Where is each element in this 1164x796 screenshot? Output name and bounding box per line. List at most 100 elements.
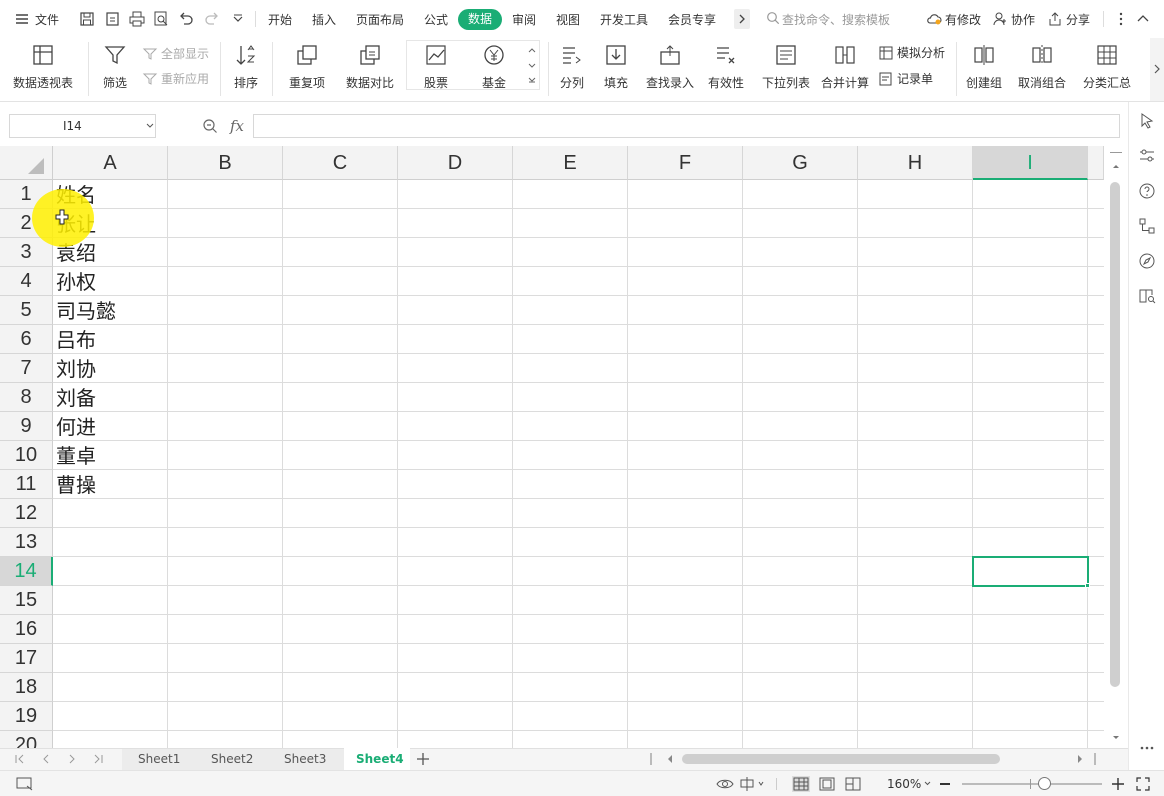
column-header-a[interactable]: A [53, 146, 168, 180]
tab-developer[interactable]: 开发工具 [600, 11, 648, 28]
cell-a6[interactable]: 吕布 [56, 326, 96, 355]
sidebar-more-icon[interactable] [1138, 742, 1156, 754]
reapply-button[interactable]: 重新应用 [142, 70, 209, 87]
column-header-i[interactable]: I [973, 146, 1088, 180]
normal-view-icon[interactable] [792, 776, 810, 792]
undo-icon[interactable] [177, 10, 195, 28]
zoom-slider-thumb[interactable] [1038, 777, 1051, 790]
page-break-view-icon[interactable] [844, 776, 862, 792]
tab-member[interactable]: 会员专享 [668, 11, 716, 28]
column-header-e[interactable]: E [513, 146, 628, 180]
zoom-in-icon[interactable] [1112, 778, 1124, 790]
scroll-thumb[interactable] [1110, 182, 1120, 687]
more-tabs-chevron-icon[interactable] [734, 9, 750, 29]
help-icon[interactable] [1138, 182, 1156, 200]
print-icon[interactable] [128, 10, 146, 28]
gallery-scroll-icon[interactable] [527, 44, 537, 88]
stock-button[interactable]: 股票 [414, 42, 458, 91]
row-header-11[interactable]: 11 [0, 470, 53, 499]
tab-formulas[interactable]: 公式 [424, 11, 448, 28]
add-sheet-icon[interactable] [416, 752, 430, 766]
create-group-button[interactable]: 创建组 [962, 42, 1006, 91]
duplicates-button[interactable]: 重复项 [282, 42, 332, 91]
zoom-slider-track[interactable] [962, 783, 1102, 785]
cell-a10[interactable]: 董卓 [56, 442, 96, 471]
modified-status[interactable]: 有修改 [945, 11, 981, 28]
collaborate-button[interactable]: 协作 [1011, 11, 1035, 28]
record-form-button[interactable]: 记录单 [878, 70, 933, 87]
save-icon[interactable] [78, 10, 96, 28]
cell-a7[interactable]: 刘协 [56, 355, 96, 384]
row-header-6[interactable]: 6 [0, 325, 53, 354]
fill-handle[interactable] [1085, 583, 1090, 588]
scroll-split-handle[interactable] [1110, 152, 1122, 153]
selected-cell-i14[interactable] [972, 556, 1089, 587]
macro-record-icon[interactable] [16, 777, 34, 791]
tab-page-layout[interactable]: 页面布局 [356, 11, 404, 28]
column-header-g[interactable]: G [743, 146, 858, 180]
print-preview-icon[interactable] [152, 10, 170, 28]
zoom-formula-icon[interactable] [202, 118, 218, 134]
tab-home[interactable]: 开始 [268, 11, 292, 28]
cell-a4[interactable]: 孙权 [56, 268, 96, 297]
tab-view[interactable]: 视图 [556, 11, 580, 28]
column-header-c[interactable]: C [283, 146, 398, 180]
column-header-f[interactable]: F [628, 146, 743, 180]
worksheet-grid[interactable]: A B C D E F G H I 1 2 3 4 5 6 7 8 9 10 11 12 13 14 15 16 17 18 19 20… [0, 146, 1104, 748]
redo-icon[interactable] [203, 10, 221, 28]
row-header-20[interactable]: 20 [0, 731, 53, 748]
flow-icon[interactable] [1138, 217, 1156, 235]
scroll-up-icon[interactable] [1111, 162, 1121, 170]
cell-a5[interactable]: 司马懿 [56, 297, 116, 326]
fill-button[interactable]: 填充 [598, 42, 634, 91]
zoom-level[interactable]: 160% [887, 777, 921, 791]
column-header-h[interactable]: H [858, 146, 973, 180]
zoom-out-icon[interactable] [940, 783, 950, 785]
row-header-15[interactable]: 15 [0, 586, 53, 615]
customize-toolbar-icon[interactable] [229, 10, 247, 28]
sheet-tab-4[interactable]: Sheet4 [356, 752, 404, 766]
column-header-d[interactable]: D [398, 146, 513, 180]
hscroll-left-icon[interactable] [666, 754, 674, 764]
ribbon-scroll-right-icon[interactable] [1150, 38, 1164, 101]
collapse-ribbon-icon[interactable] [1134, 10, 1152, 28]
vertical-scrollbar[interactable] [1104, 146, 1128, 748]
row-header-3[interactable]: 3 [0, 238, 53, 267]
command-search-input[interactable]: 查找命令、搜索模板 [782, 11, 890, 28]
fullscreen-icon[interactable] [1135, 776, 1151, 792]
name-box[interactable]: I14 [9, 114, 156, 138]
more-options-icon[interactable] [1112, 10, 1130, 28]
consolidate-button[interactable]: 合并计算 [818, 42, 872, 91]
sheet-tab-3[interactable]: Sheet3 [284, 752, 326, 766]
select-all-corner[interactable] [0, 146, 53, 180]
row-header-9[interactable]: 9 [0, 412, 53, 441]
column-header-b[interactable]: B [168, 146, 283, 180]
prev-sheet-icon[interactable] [40, 753, 52, 765]
lookup-entry-button[interactable]: 查找录入 [644, 42, 696, 91]
hscroll-split-handle[interactable] [1094, 753, 1096, 765]
eye-protection-icon[interactable] [716, 777, 734, 791]
sort-button[interactable]: 排序 [226, 42, 266, 91]
row-header-10[interactable]: 10 [0, 441, 53, 470]
tab-review[interactable]: 审阅 [512, 11, 536, 28]
settings-sliders-icon[interactable] [1138, 147, 1156, 165]
row-header-18[interactable]: 18 [0, 673, 53, 702]
row-header-17[interactable]: 17 [0, 644, 53, 673]
sheet-tab-2[interactable]: Sheet2 [211, 752, 253, 766]
hamburger-menu-icon[interactable] [14, 10, 32, 28]
data-compare-button[interactable]: 数据对比 [340, 42, 400, 91]
row-header-7[interactable]: 7 [0, 354, 53, 383]
subtotal-button[interactable]: 分类汇总 [1080, 42, 1134, 91]
hscroll-right-icon[interactable] [1076, 754, 1084, 764]
horizontal-scroll-thumb[interactable] [682, 754, 1000, 764]
zoom-chevron-down-icon[interactable] [924, 781, 931, 786]
tab-data[interactable]: 数据 [458, 9, 502, 30]
row-header-12[interactable]: 12 [0, 499, 53, 528]
show-all-button[interactable]: 全部显示 [142, 45, 209, 62]
row-header-16[interactable]: 16 [0, 615, 53, 644]
split-column-button[interactable]: 分列 [554, 42, 590, 91]
row-header-8[interactable]: 8 [0, 383, 53, 412]
name-box-chevron-down-icon[interactable] [146, 123, 154, 129]
ungroup-button[interactable]: 取消组合 [1012, 42, 1072, 91]
row-header-13[interactable]: 13 [0, 528, 53, 557]
